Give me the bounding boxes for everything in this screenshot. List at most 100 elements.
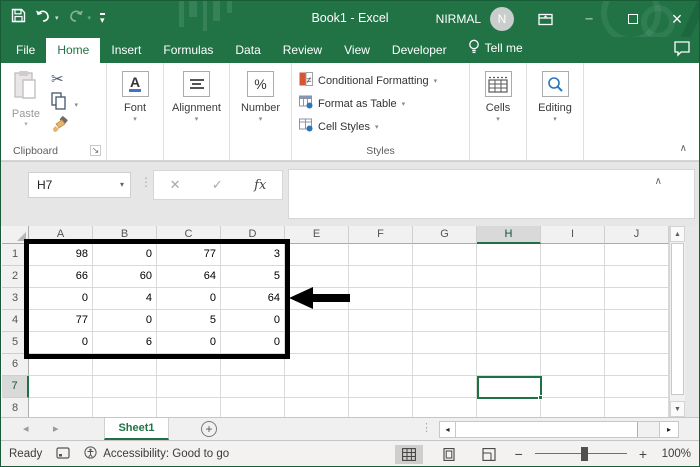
cell-I1[interactable] [541,244,605,266]
cell-H3[interactable] [477,288,541,310]
column-header-I[interactable]: I [541,226,605,244]
column-header-H[interactable]: H [477,226,541,244]
column-header-A[interactable]: A [29,226,93,244]
customize-qat-icon[interactable]: ▾ [100,12,105,24]
zoom-out-icon[interactable]: − [515,446,523,462]
cell-C3[interactable]: 0 [157,288,221,310]
scroll-down-icon[interactable]: ▼ [670,401,685,417]
cell-J3[interactable] [605,288,669,310]
tab-file[interactable]: File [5,38,46,63]
sheet-tab-sheet1[interactable]: Sheet1 [104,418,169,440]
cell-D8[interactable] [221,398,285,417]
cell-A1[interactable]: 98 [29,244,93,266]
cell-E7[interactable] [285,376,349,398]
formula-bar-collapse-icon[interactable]: ∧ [655,176,662,187]
cell-G4[interactable] [413,310,477,332]
cell-A7[interactable] [29,376,93,398]
row-header-2[interactable]: 2 [2,266,29,288]
cell-H8[interactable] [477,398,541,417]
cut-icon[interactable]: ✂ [51,71,64,88]
cell-I7[interactable] [541,376,605,398]
format-painter-icon[interactable] [51,116,69,137]
cell-D7[interactable] [221,376,285,398]
cell-G3[interactable] [413,288,477,310]
cell-F3[interactable] [349,288,413,310]
cell-J2[interactable] [605,266,669,288]
cell-C6[interactable] [157,354,221,376]
cell-J4[interactable] [605,310,669,332]
next-sheet-icon[interactable]: ▸ [53,422,59,435]
selected-cell-H7[interactable] [477,376,543,400]
cell-G5[interactable] [413,332,477,354]
cell-C8[interactable] [157,398,221,417]
macro-record-icon[interactable] [56,446,70,462]
cell-B3[interactable]: 4 [93,288,157,310]
column-header-G[interactable]: G [413,226,477,244]
cell-I5[interactable] [541,332,605,354]
cell-F2[interactable] [349,266,413,288]
column-header-F[interactable]: F [349,226,413,244]
cell-F5[interactable] [349,332,413,354]
cell-G1[interactable] [413,244,477,266]
vertical-scrollbar[interactable]: ▲ ▼ [669,226,685,417]
cell-A8[interactable] [29,398,93,417]
normal-view-icon[interactable] [394,444,423,464]
horizontal-scrollbar[interactable]: ◂ ▸ [439,421,679,438]
enter-icon[interactable]: ✓ [212,177,223,193]
cell-G7[interactable] [413,376,477,398]
cell-J5[interactable] [605,332,669,354]
close-button[interactable]: × [655,1,699,37]
zoom-slider-thumb[interactable] [580,447,588,461]
comments-icon[interactable] [673,40,691,62]
cell-D5[interactable]: 0 [221,332,285,354]
cell-I8[interactable] [541,398,605,417]
minimize-button[interactable]: ─ [567,1,611,37]
cell-A2[interactable]: 66 [29,266,93,288]
avatar[interactable]: N [490,7,514,31]
scroll-left-icon[interactable]: ◂ [440,422,456,437]
cell-J6[interactable] [605,354,669,376]
editing-group[interactable]: Editing ▾ [527,63,584,160]
cell-styles-button[interactable]: Cell Styles ▾ [292,115,469,138]
cell-H6[interactable] [477,354,541,376]
account-area[interactable]: NIRMAL N [436,1,514,37]
column-header-D[interactable]: D [221,226,285,244]
cell-D1[interactable]: 3 [221,244,285,266]
row-header-3[interactable]: 3 [2,288,29,310]
new-sheet-icon[interactable]: + [201,421,217,437]
page-layout-view-icon[interactable] [435,445,463,464]
clipboard-dialog-launcher-icon[interactable]: ↘ [90,145,101,156]
tab-review[interactable]: Review [272,38,333,63]
format-as-table-button[interactable]: Format as Table ▾ [292,92,469,115]
cell-B7[interactable] [93,376,157,398]
cell-A4[interactable]: 77 [29,310,93,332]
cell-I4[interactable] [541,310,605,332]
row-header-8[interactable]: 8 [2,398,29,417]
select-all-button[interactable] [2,226,29,244]
tab-insert[interactable]: Insert [100,38,152,63]
cell-I3[interactable] [541,288,605,310]
cell-C7[interactable] [157,376,221,398]
cell-F1[interactable] [349,244,413,266]
conditional-formatting-button[interactable]: ≠ Conditional Formatting ▾ [292,69,469,92]
cell-I2[interactable] [541,266,605,288]
cell-B4[interactable]: 0 [93,310,157,332]
cells-group[interactable]: Cells ▾ [470,63,527,160]
column-header-J[interactable]: J [605,226,669,244]
page-break-preview-icon[interactable] [475,445,503,464]
cell-D4[interactable]: 0 [221,310,285,332]
cell-C4[interactable]: 5 [157,310,221,332]
cell-H5[interactable] [477,332,541,354]
cell-G8[interactable] [413,398,477,417]
cell-E2[interactable] [285,266,349,288]
cell-G6[interactable] [413,354,477,376]
name-box-dropdown-icon[interactable]: ▾ [120,173,124,197]
cell-F4[interactable] [349,310,413,332]
undo-dropdown-icon[interactable]: ▾ [55,14,59,22]
insert-function-icon[interactable]: fx [254,178,266,193]
cell-E8[interactable] [285,398,349,417]
collapse-ribbon-icon[interactable]: ∧ [680,143,687,154]
tab-home[interactable]: Home [46,38,101,63]
cancel-icon[interactable]: ✕ [170,177,181,193]
maximize-button[interactable] [611,1,655,37]
